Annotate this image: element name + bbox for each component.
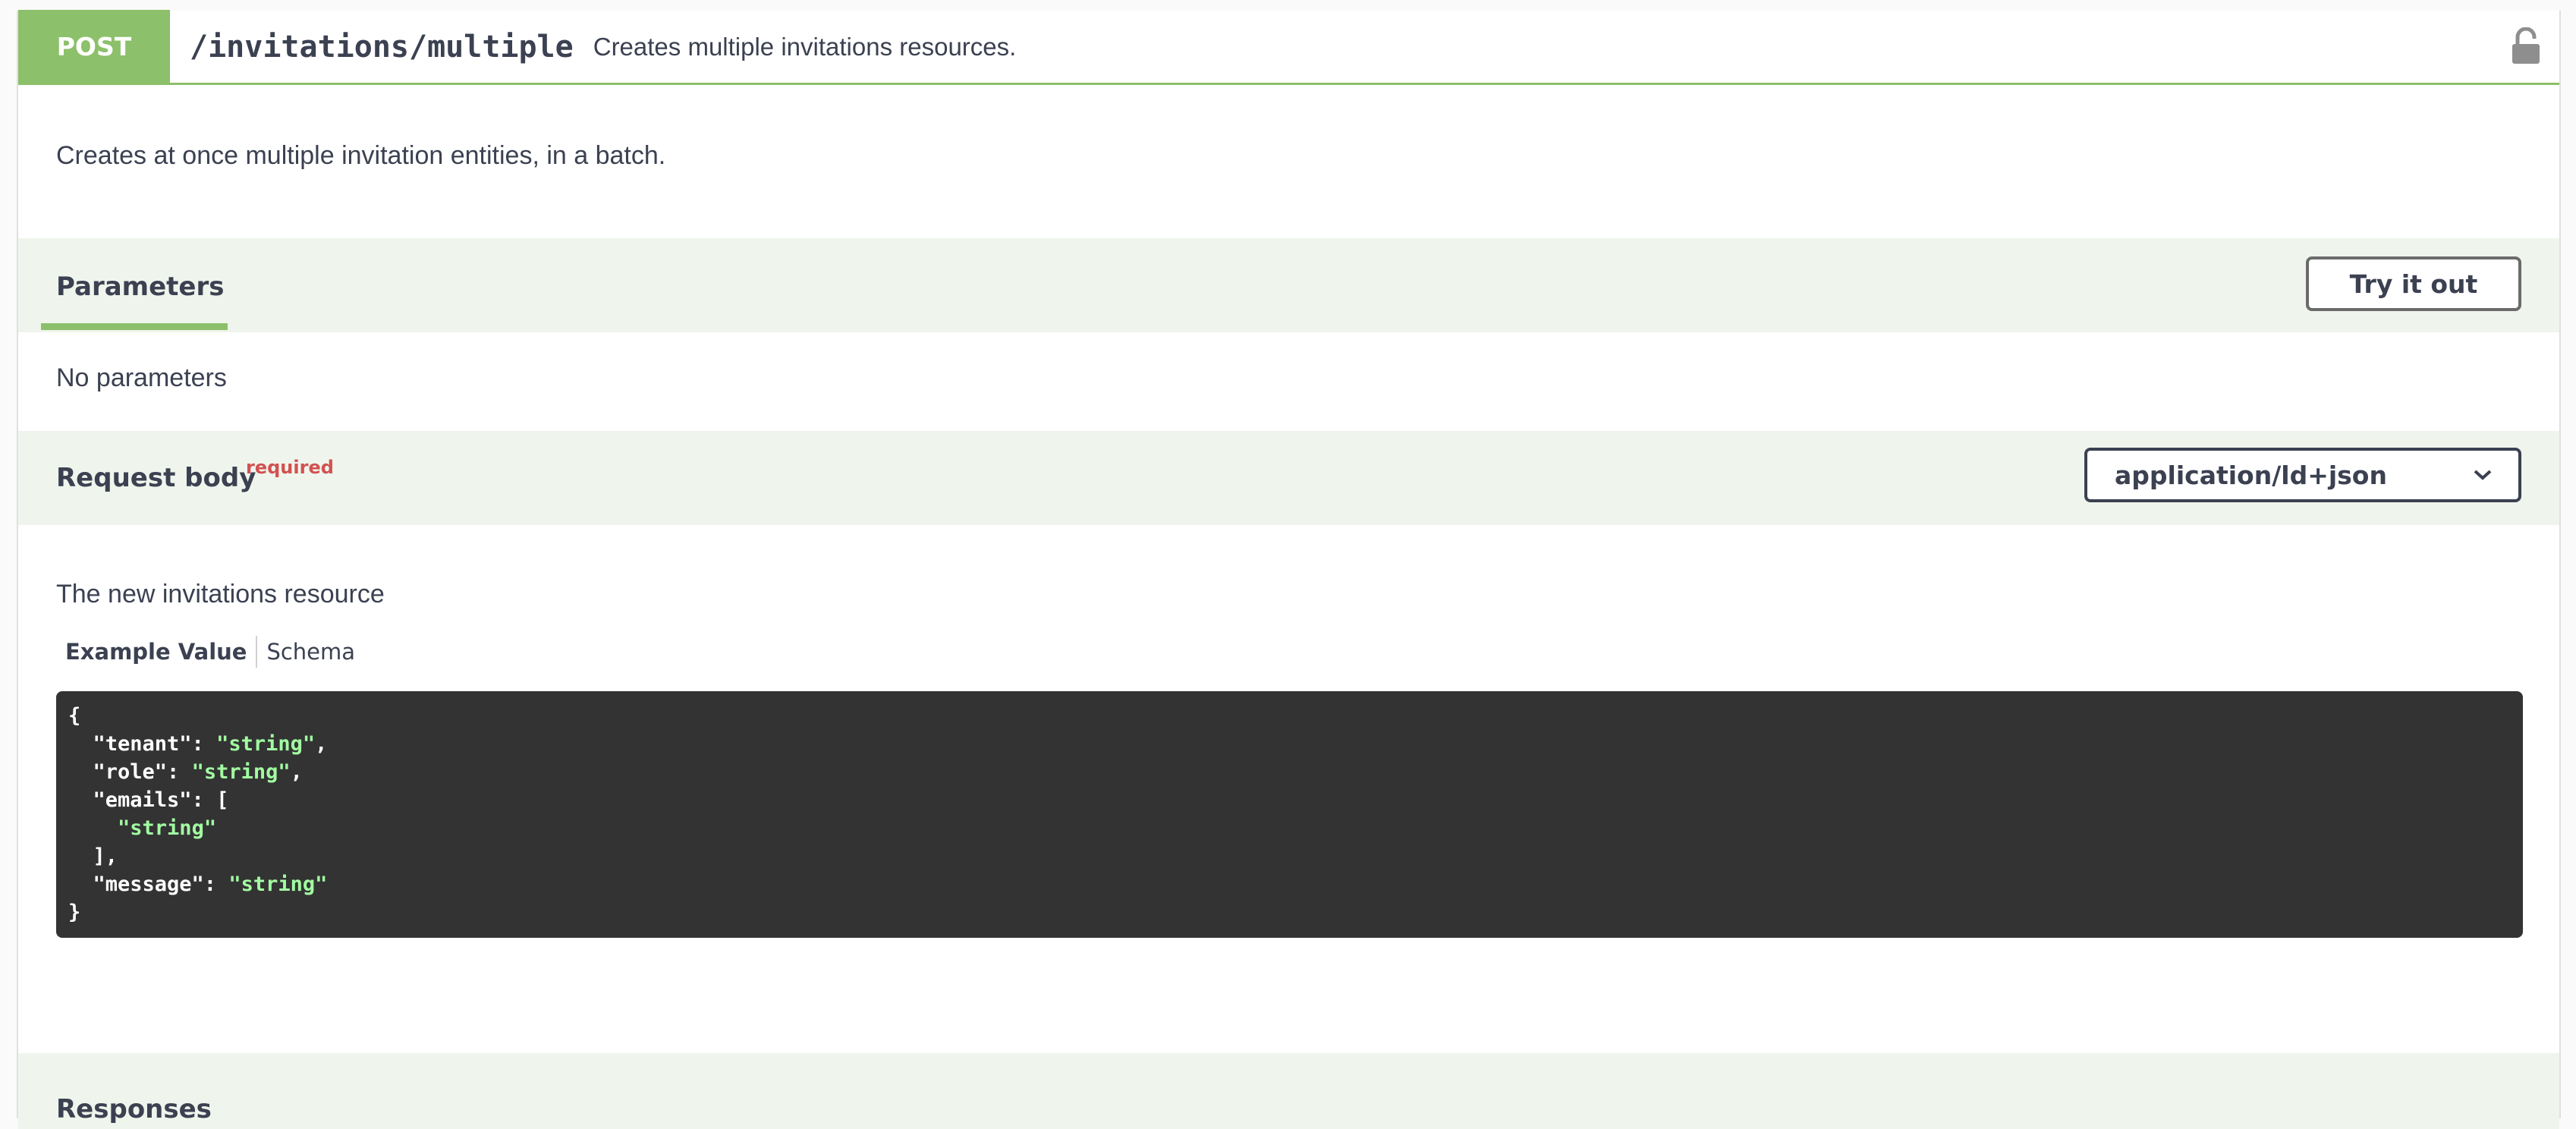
responses-title: Responses: [56, 1094, 212, 1124]
content-type-select[interactable]: application/ld+json: [2084, 448, 2521, 502]
code-line: {: [68, 704, 81, 728]
code-value: "string": [216, 732, 316, 756]
code-key: "message":: [68, 873, 229, 896]
lock-icon[interactable]: [2511, 27, 2541, 65]
tab-divider: [256, 636, 258, 668]
operation-description: Creates at once multiple invitation enti…: [56, 141, 666, 170]
parameters-header: Parameters Try it out: [18, 238, 2559, 332]
code-value: "string": [191, 760, 291, 784]
chevron-down-icon: [2474, 470, 2492, 480]
parameters-tab[interactable]: Parameters: [56, 272, 224, 302]
code-key: "tenant":: [68, 732, 217, 756]
request-body-header: Request body required application/ld+jso…: [18, 431, 2559, 525]
tab-example-value[interactable]: Example Value: [65, 639, 247, 665]
code-line: }: [68, 901, 81, 924]
code-value: "string": [118, 816, 217, 840]
content-type-value: application/ld+json: [2115, 460, 2387, 490]
tab-schema[interactable]: Schema: [266, 639, 355, 665]
operation-summary[interactable]: POST /invitations/multiple Creates multi…: [18, 9, 2559, 85]
code-line: ],: [68, 844, 118, 868]
required-label: required: [246, 457, 334, 478]
operation-block: POST /invitations/multiple Creates multi…: [17, 9, 2561, 1129]
code-value: "string": [228, 873, 328, 896]
responses-header: Responses: [18, 1053, 2559, 1129]
method-badge: POST: [18, 9, 170, 84]
no-parameters-text: No parameters: [56, 363, 227, 392]
code-key: "role":: [68, 760, 192, 784]
parameters-tab-indicator: [41, 323, 228, 330]
example-tabs: Example Value Schema: [65, 636, 355, 668]
try-it-out-button[interactable]: Try it out: [2306, 256, 2521, 311]
request-body-title: Request body: [56, 463, 256, 493]
example-code-block[interactable]: { "tenant": "string", "role": "string", …: [56, 691, 2523, 938]
code-key: "emails": [: [68, 788, 229, 812]
operation-path: /invitations/multiple: [190, 29, 574, 64]
operation-summary-text: Creates multiple invitations resources.: [593, 32, 1017, 61]
request-body-description: The new invitations resource: [56, 580, 385, 609]
